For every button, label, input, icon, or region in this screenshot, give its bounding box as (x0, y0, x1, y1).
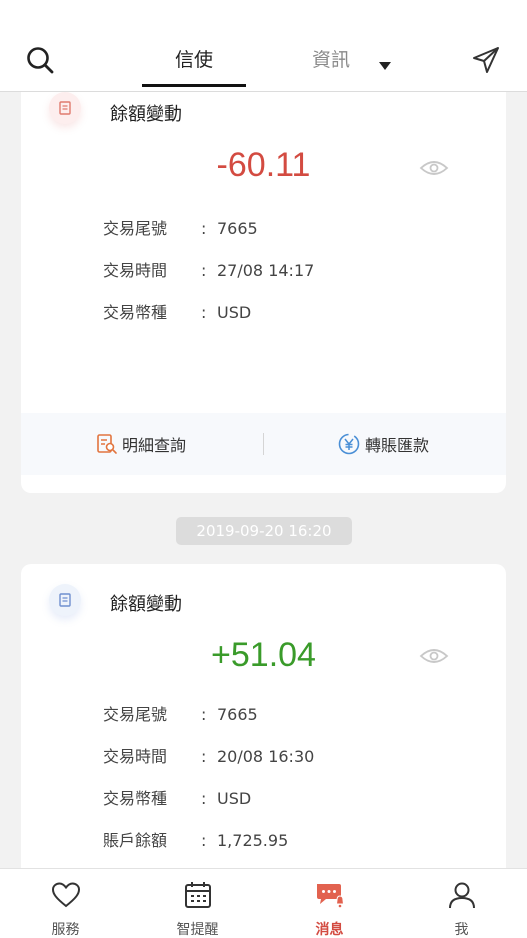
row-value: 27/08 14:17 (217, 261, 315, 280)
card-icon-badge (49, 584, 81, 616)
top-bar: 信使 資訊 (0, 0, 527, 92)
card-title: 餘額變動 (110, 104, 182, 125)
calendar-icon (184, 882, 211, 908)
search-button[interactable] (24, 44, 56, 76)
detail-row: 交易時間:20/08 16:30 (103, 747, 315, 766)
row-label: 交易時間 (103, 747, 168, 766)
detail-query-button[interactable]: 明細查詢 (96, 431, 186, 457)
detail-query-label: 明細查詢 (122, 436, 187, 455)
nav-label: 我 (454, 922, 469, 938)
tab-info[interactable]: 資訊 (312, 46, 350, 78)
detail-row: 交易幣種: USD (103, 303, 252, 322)
row-label: 交易尾號 (103, 219, 168, 238)
balance-change-card: 餘額變動 +51.04 交易尾號:7665 交易時間:20/08 16:30 交… (21, 564, 506, 868)
document-icon (59, 593, 71, 607)
row-value: 7665 (217, 705, 258, 724)
caret-down-icon[interactable] (378, 56, 392, 70)
row-label: 交易幣種 (103, 303, 168, 322)
detail-row: 賬戶餘額:1,725.95 (103, 831, 289, 850)
row-value: 1,725.95 (217, 831, 289, 850)
timestamp-badge: 2019-09-20 16:20 (176, 517, 352, 545)
detail-row: 交易尾號:7665 (103, 705, 258, 724)
send-button[interactable] (470, 44, 502, 76)
detail-row: 交易尾號:7665 (103, 219, 258, 238)
detail-row: 交易時間:27/08 14:17 (103, 261, 315, 280)
row-value: 7665 (217, 219, 258, 238)
transfer-label: 轉賬匯款 (365, 436, 430, 455)
detail-search-icon (97, 434, 117, 454)
bottom-nav: 服務 智提醒 消息 我 (0, 868, 527, 938)
row-label: 交易幣種 (103, 789, 168, 808)
tab-active-indicator (142, 84, 246, 87)
row-value: 20/08 16:30 (217, 747, 315, 766)
balance-change-card: 餘額變動 -60.11 交易尾號:7665 交易時間:27/08 14:17 交… (21, 92, 506, 493)
detail-row: 交易幣種: USD (103, 789, 252, 808)
row-value: USD (217, 789, 252, 808)
card-icon-badge (49, 92, 81, 124)
message-icon (316, 884, 344, 908)
tab-messenger[interactable]: 信使 (142, 46, 246, 78)
nav-label: 智提醒 (176, 922, 219, 938)
nav-label: 消息 (315, 922, 344, 938)
search-icon (27, 47, 54, 74)
nav-item-messages[interactable]: 消息 (264, 869, 395, 938)
row-label: 交易時間 (103, 261, 168, 280)
eye-icon[interactable] (419, 158, 449, 178)
message-list[interactable]: 餘額變動 -60.11 交易尾號:7665 交易時間:27/08 14:17 交… (0, 92, 527, 868)
card-title: 餘額變動 (110, 594, 182, 615)
row-value: USD (217, 303, 252, 322)
heart-icon (51, 882, 80, 908)
row-label: 賬戶餘額 (103, 831, 168, 850)
card-actions: 明細查詢 轉賬匯款 (21, 413, 506, 475)
actions-divider (263, 433, 264, 455)
nav-item-services[interactable]: 服務 (0, 869, 131, 938)
transfer-button[interactable]: 轉賬匯款 (337, 431, 429, 457)
yen-exchange-icon (338, 433, 360, 455)
nav-label: 服務 (51, 922, 80, 938)
row-label: 交易尾號 (103, 705, 168, 724)
nav-item-reminders[interactable]: 智提醒 (132, 869, 263, 938)
document-icon (59, 101, 71, 115)
paper-plane-icon (473, 47, 499, 73)
person-icon (448, 882, 475, 909)
eye-icon[interactable] (419, 646, 449, 666)
nav-item-me[interactable]: 我 (396, 869, 527, 938)
